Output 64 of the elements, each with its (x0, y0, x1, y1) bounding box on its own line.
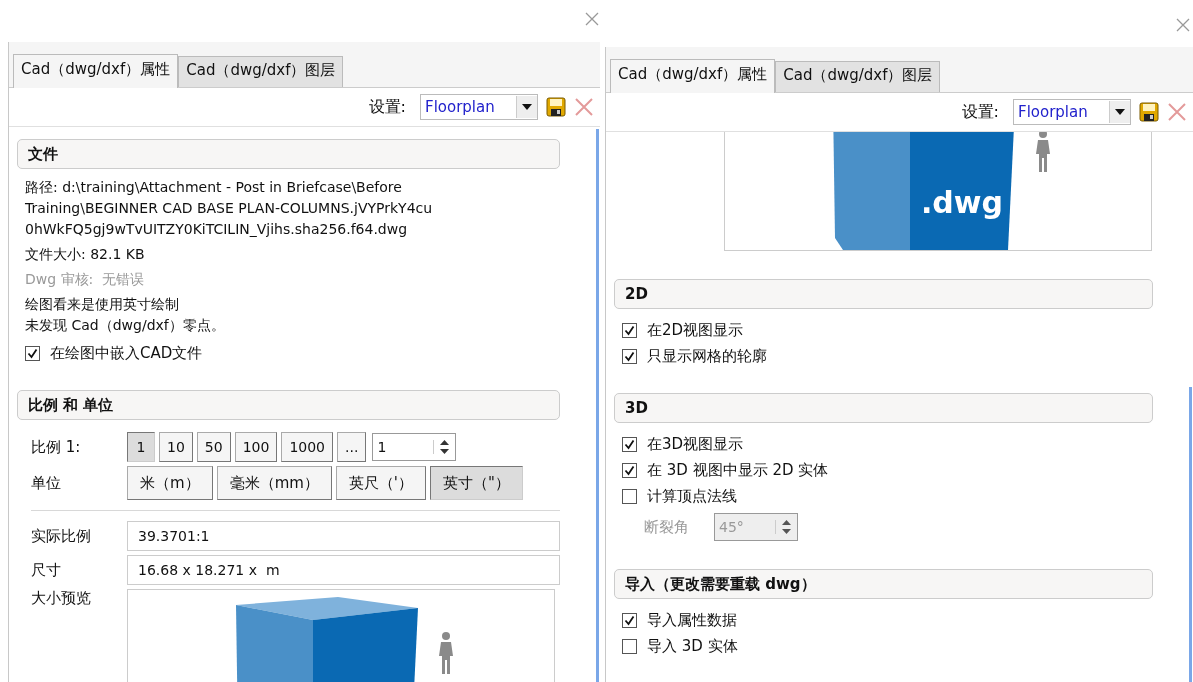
close-icon[interactable] (584, 11, 600, 27)
toggle-button[interactable]: 英尺（'） (335, 466, 426, 500)
close-icon[interactable] (1175, 17, 1191, 33)
delete-icon[interactable] (574, 97, 594, 117)
file-type-label: .dwg (920, 185, 1004, 220)
caret-icon (522, 104, 532, 110)
section-header[interactable]: 比例 和 单位 (17, 390, 560, 420)
section-header[interactable]: 导入（更改需要重载 dwg） (614, 569, 1153, 599)
scale-spinner[interactable]: 1 (372, 433, 457, 461)
settings-label: 设置: (961, 101, 999, 123)
toggle-button[interactable]: ... (337, 432, 367, 462)
check-icon (27, 347, 38, 359)
check-icon (624, 464, 635, 476)
field-label: 尺寸 (30, 560, 62, 580)
checkbox[interactable]: 在3D视图显示 (622, 431, 1153, 457)
field-label: 断裂角 (644, 517, 690, 537)
toggle-button[interactable]: 10 (159, 432, 193, 462)
checkbox[interactable]: 计算顶点法线 (622, 483, 1153, 509)
toggle-button[interactable]: 英寸（"） (430, 466, 523, 500)
section-header[interactable]: 3D (614, 393, 1153, 423)
scrollbar-thumb[interactable] (1189, 387, 1192, 682)
value-field[interactable]: 39.3701:1 (127, 521, 560, 551)
settings-dropdown[interactable]: Floorplan (420, 94, 538, 120)
field-label: 实际比例 (30, 526, 92, 546)
scrollbar-thumb[interactable] (596, 129, 599, 682)
caret-icon (1115, 109, 1125, 115)
checkbox[interactable]: 在绘图中嵌入CAD文件 (25, 340, 560, 366)
tab[interactable]: Cad（dwg/dxf）属性 (610, 59, 776, 93)
toggle-button[interactable]: 100 (234, 432, 278, 462)
tab[interactable]: Cad（dwg/dxf）图层 (775, 61, 941, 92)
settings-dropdown[interactable]: Floorplan (1013, 99, 1131, 125)
person-icon (1035, 132, 1051, 172)
row-label: 单位 (30, 473, 62, 493)
checkbox[interactable]: 在 3D 视图中显示 2D 实体 (622, 457, 1153, 483)
info-text: 路径: d:\training\Attachment - Post in Briefcase\Before Training\BEGINNER CAD BASE PLAN-COLUMNS.jVYPrkY4cu 0hWkFQ5gj9wTvUITZY0KiTCILIN_Vjihs.sha256.f64.dwg (25, 178, 434, 239)
toggle-button[interactable]: 1 (127, 432, 155, 462)
save-icon[interactable] (1139, 102, 1159, 122)
row-label: 比例 1: (30, 437, 82, 457)
settings-label: 设置: (368, 96, 406, 118)
tab[interactable]: Cad（dwg/dxf）属性 (13, 54, 179, 88)
info-text: Dwg 审核: 无错误 (25, 270, 146, 289)
toggle-button[interactable]: 毫米（mm） (216, 466, 332, 500)
check-icon (624, 438, 635, 450)
delete-icon[interactable] (1167, 102, 1187, 122)
info-text: 文件大小: 82.1 KB (25, 245, 146, 264)
checkbox[interactable]: 只显示网格的轮廓 (622, 343, 1153, 369)
section-header[interactable]: 文件 (17, 139, 560, 169)
info-text: 绘图看来是使用英寸绘制 未发现 Cad（dwg/dxf）零点。 (25, 295, 226, 335)
field-label: 大小预览 (31, 589, 91, 607)
check-icon (624, 350, 635, 362)
section-header[interactable]: 2D (614, 279, 1153, 309)
toggle-button[interactable]: 1000 (281, 432, 334, 462)
checkbox[interactable]: 导入属性数据 (622, 607, 1153, 633)
save-icon[interactable] (546, 97, 566, 117)
value-field[interactable]: 16.68 x 18.271 x m (127, 555, 560, 585)
toggle-button[interactable]: 米（m） (127, 466, 213, 500)
angle-spinner: 45° (714, 513, 798, 541)
checkbox[interactable]: 在2D视图显示 (622, 317, 1153, 343)
toggle-button[interactable]: 50 (196, 432, 231, 462)
check-icon (624, 614, 635, 626)
checkbox[interactable]: 导入 3D 实体 (622, 633, 1153, 659)
tab[interactable]: Cad（dwg/dxf）图层 (178, 56, 344, 87)
person-icon (438, 632, 454, 674)
check-icon (624, 324, 635, 336)
